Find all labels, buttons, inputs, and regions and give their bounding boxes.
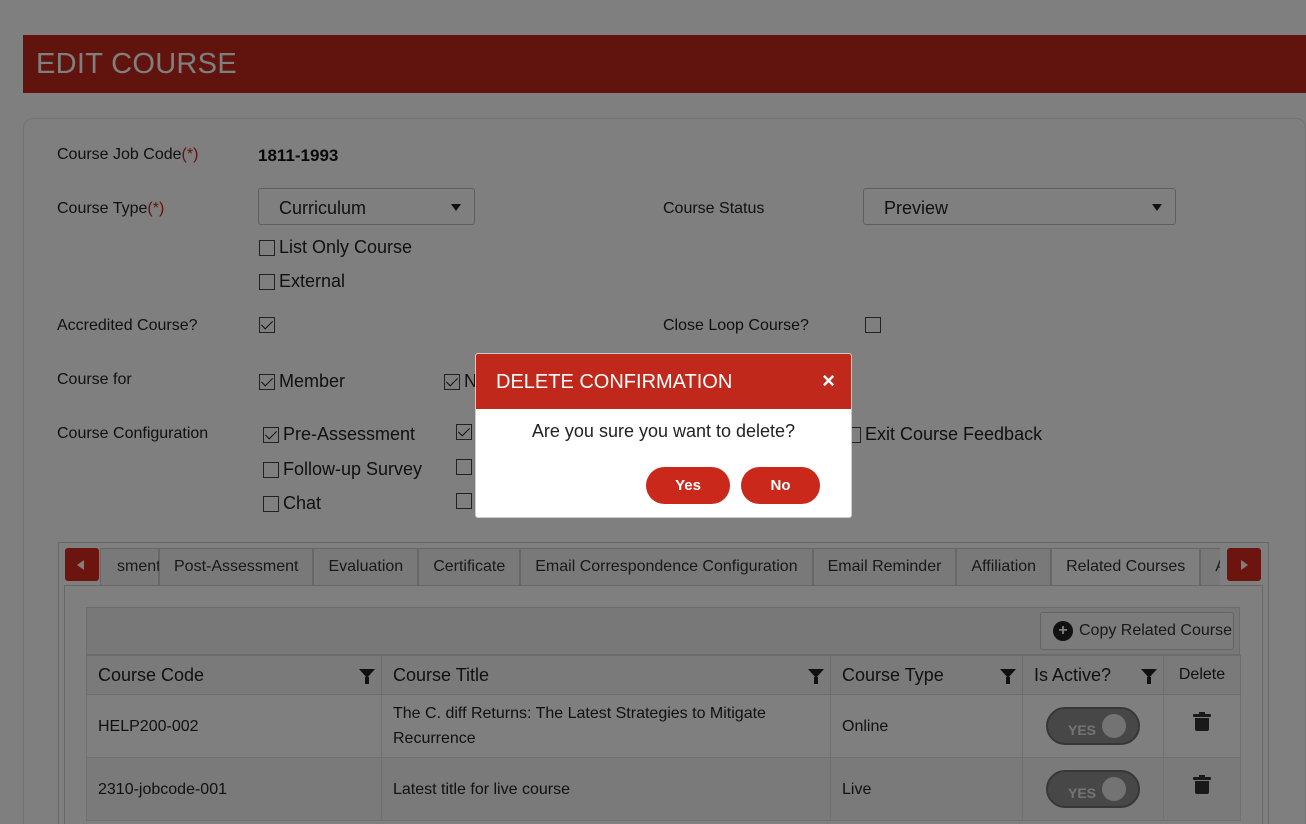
close-icon[interactable]: × [822,370,835,392]
delete-confirmation-dialog: DELETE CONFIRMATION × Are you sure you w… [475,353,852,518]
dialog-header: DELETE CONFIRMATION × [476,354,851,409]
dialog-title: DELETE CONFIRMATION [496,371,733,393]
yes-button[interactable]: Yes [646,467,730,504]
no-button[interactable]: No [741,467,820,504]
dialog-message: Are you sure you want to delete? [531,421,796,441]
